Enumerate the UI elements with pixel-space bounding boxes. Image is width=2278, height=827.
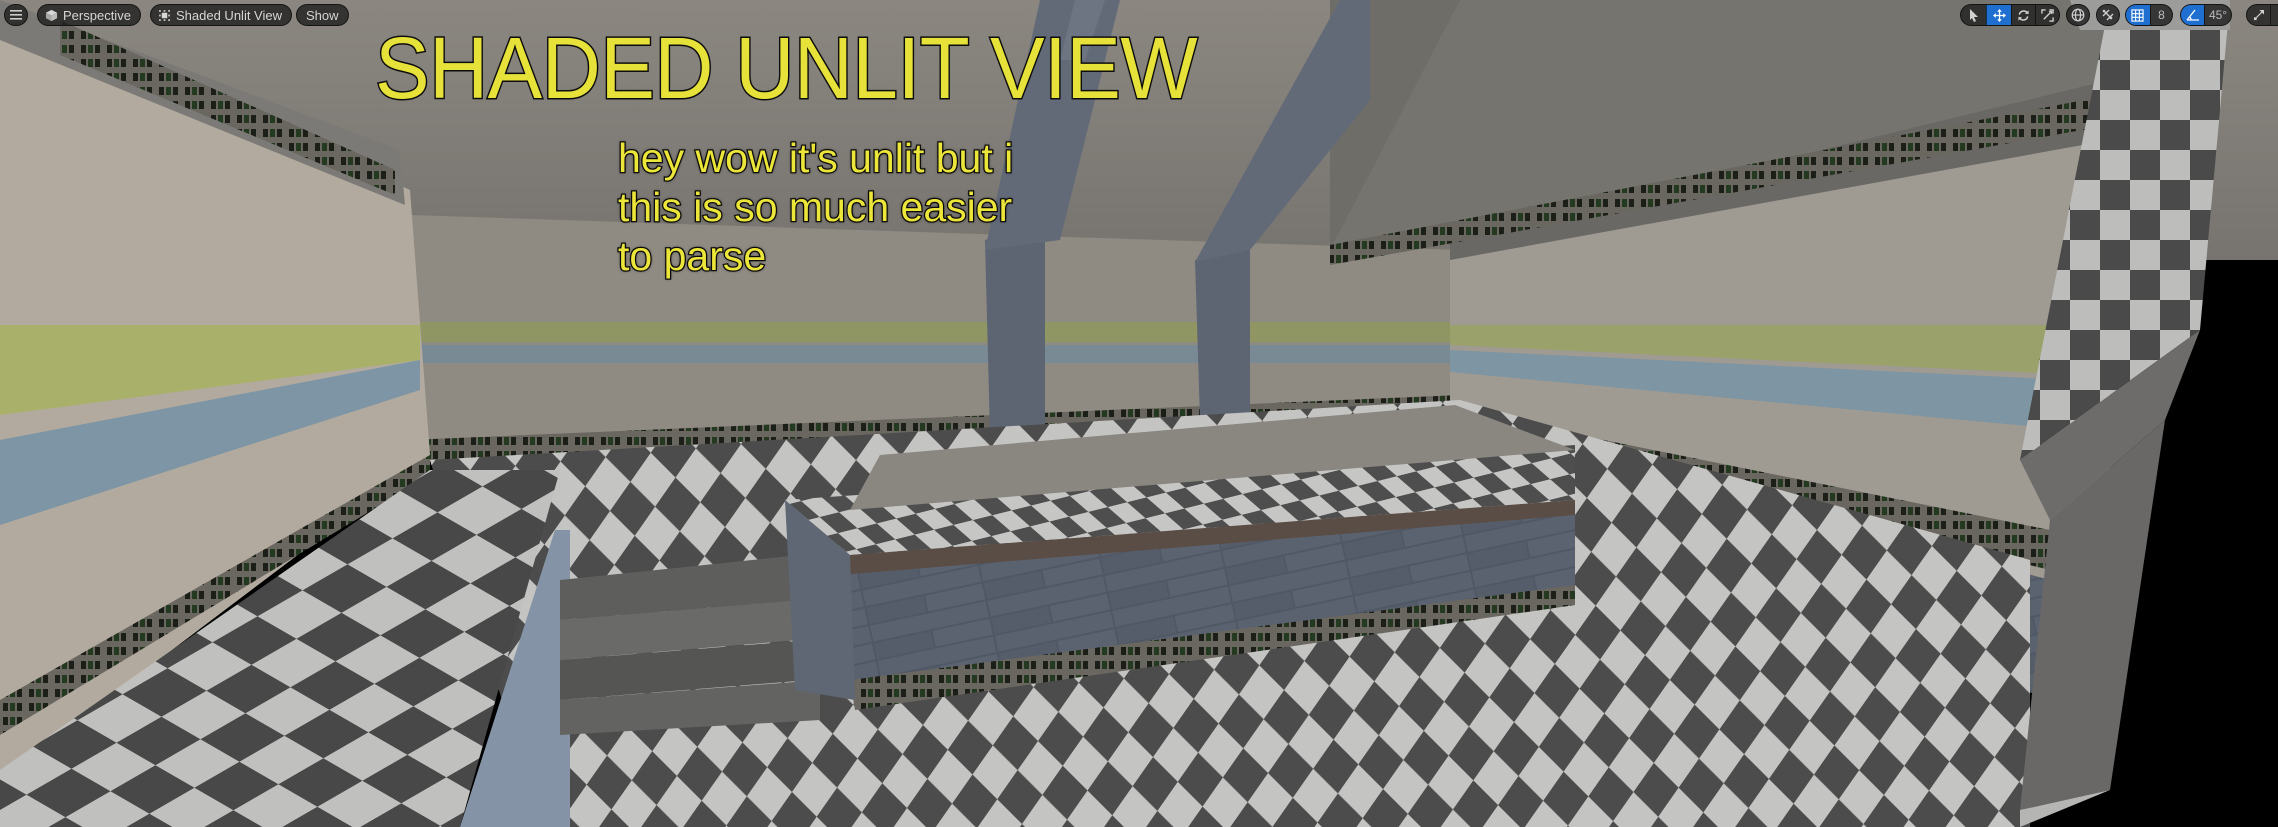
rotation-snap-value[interactable]: 45° [2204,5,2231,25]
translate-tool-button[interactable] [1986,5,2011,25]
rotation-snap-group: 45° [2180,4,2232,26]
rotation-snap-toggle[interactable] [2181,5,2205,25]
scale-snap-group: 0 [2246,4,2278,26]
grid-snap-group: 8 [2125,4,2173,26]
annotation-note-line: hey wow it's unlit but i [617,134,1015,183]
annotation-note: hey wow it's unlit but i this is so much… [617,134,1015,281]
rotate-icon [2017,9,2030,22]
coordinate-space-button[interactable] [2066,4,2090,26]
view-mode-button[interactable]: Shaded Unlit View [150,4,292,26]
stairs [560,555,820,735]
annotation-note-line: this is so much easier [617,183,1014,232]
annotation-note-line: to parse [617,232,768,281]
scale-snap-value[interactable]: 0 [2270,5,2278,25]
select-tool-button[interactable] [1961,5,1986,25]
angle-icon [2186,9,2200,21]
dotted-square-icon [159,9,170,21]
show-menu-button[interactable]: Show [296,4,349,26]
globe-icon [2071,8,2085,22]
scale-icon [2040,8,2054,22]
scale-snap-toggle[interactable] [2247,5,2270,25]
view-type-label: Perspective [63,7,131,23]
grid-snap-value[interactable]: 8 [2149,5,2172,25]
grid-snap-toggle[interactable] [2126,5,2150,25]
grid-icon [2131,8,2145,22]
3d-scene-render[interactable] [0,0,2278,827]
move-arrows-icon [1992,8,2006,22]
annotation-title: SHADED UNLIT VIEW [374,20,1199,117]
pillar-right [1195,245,1250,420]
transform-tools-group [1960,4,2060,26]
view-mode-label: Shaded Unlit View [176,7,282,23]
viewport-menu-button[interactable] [4,4,28,26]
scale-snap-icon [2253,9,2264,21]
surface-snap-icon [2101,8,2115,22]
show-label: Show [306,7,339,23]
hamburger-icon [10,10,22,20]
surface-snap-button[interactable] [2096,4,2120,26]
cursor-arrow-icon [1969,8,1979,22]
view-type-button[interactable]: Perspective [37,4,141,26]
rotate-tool-button[interactable] [2010,5,2035,25]
scale-tool-button[interactable] [2034,5,2060,25]
level-viewport[interactable]: Perspective Shaded Unlit View Show 8 45°… [0,0,2278,827]
cube-icon [45,9,58,22]
